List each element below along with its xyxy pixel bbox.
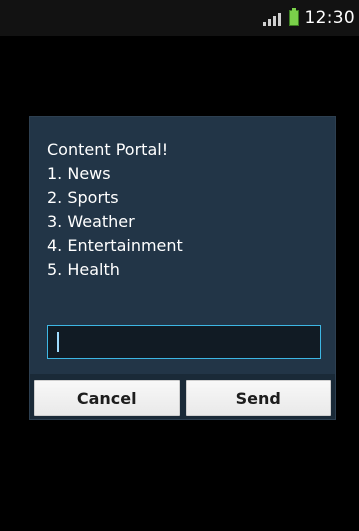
menu-item-news: 1. News bbox=[47, 164, 111, 183]
battery-icon bbox=[288, 8, 299, 26]
status-bar: 12:30 bbox=[0, 0, 359, 36]
cancel-button[interactable]: Cancel bbox=[34, 380, 180, 416]
menu-item-entertainment: 4. Entertainment bbox=[47, 236, 183, 255]
menu-item-health: 5. Health bbox=[47, 260, 120, 279]
menu-item-sports: 2. Sports bbox=[47, 188, 119, 207]
text-cursor bbox=[57, 332, 59, 352]
phone-screen: 12:30 Content Portal! 1. News 2. Sports … bbox=[0, 0, 359, 531]
dialog-buttons: Cancel Send bbox=[30, 374, 335, 419]
status-time: 12:30 bbox=[304, 8, 355, 28]
send-button[interactable]: Send bbox=[185, 380, 331, 416]
dialog-title: Content Portal! bbox=[47, 140, 169, 159]
status-icons: 12:30 bbox=[262, 0, 359, 36]
signal-icon bbox=[262, 10, 283, 26]
menu-item-weather: 3. Weather bbox=[47, 212, 135, 231]
content-portal-dialog: Content Portal! 1. News 2. Sports 3. Wea… bbox=[29, 116, 336, 420]
dialog-message: Content Portal! 1. News 2. Sports 3. Wea… bbox=[47, 138, 326, 282]
response-input[interactable] bbox=[47, 325, 321, 359]
